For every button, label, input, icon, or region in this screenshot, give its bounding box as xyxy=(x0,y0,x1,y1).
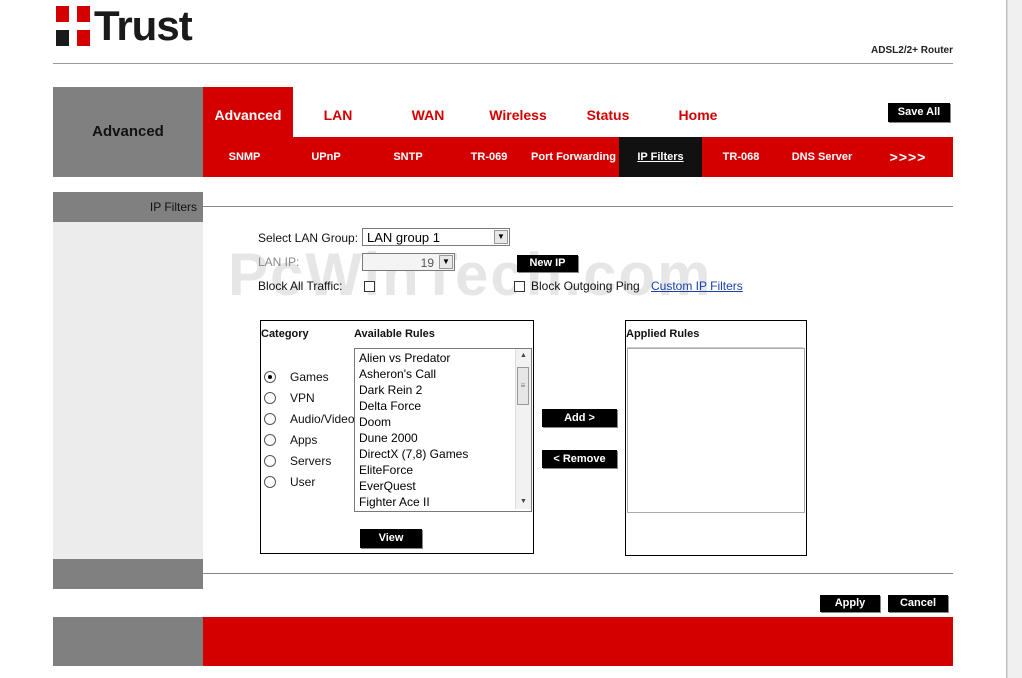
rule-item[interactable]: Dune 2000 xyxy=(359,431,418,445)
subtab-tr068[interactable]: TR-068 xyxy=(702,137,780,177)
block-outgoing-checkbox[interactable] xyxy=(514,281,525,292)
radio-icon[interactable] xyxy=(264,392,276,404)
tab-status[interactable]: Status xyxy=(563,87,653,137)
tab-home[interactable]: Home xyxy=(653,87,743,137)
watermark: PcWinTech.com xyxy=(228,241,713,308)
category-label: VPN xyxy=(290,391,315,405)
subtab-upnp[interactable]: UPnP xyxy=(286,137,366,177)
category-label: User xyxy=(290,475,316,489)
sidebar-body xyxy=(53,222,203,559)
available-rules-list[interactable]: Alien vs Predator Asheron's Call Dark Re… xyxy=(354,348,532,512)
window-scrollbar[interactable] xyxy=(1007,0,1022,678)
rule-item[interactable]: Asheron's Call xyxy=(359,367,436,381)
header-divider xyxy=(53,63,953,64)
tab-advanced[interactable]: Advanced xyxy=(203,87,293,137)
applied-rules-header: Applied Rules xyxy=(626,328,700,340)
chevron-down-icon: ▼ xyxy=(494,230,508,244)
category-label: Audio/Video xyxy=(290,412,355,426)
section-divider xyxy=(203,206,953,207)
category-label: Games xyxy=(290,370,329,384)
rules-scrollbar[interactable]: ▲ ≡ ▼ xyxy=(515,349,531,509)
lan-ip-select[interactable]: 19 ▼ xyxy=(362,253,455,271)
tab-wan[interactable]: WAN xyxy=(383,87,473,137)
block-all-label: Block All Traffic: xyxy=(258,279,343,293)
rule-item[interactable]: Alien vs Predator xyxy=(359,351,450,365)
category-header: Category xyxy=(261,328,309,340)
radio-icon[interactable] xyxy=(264,476,276,488)
remove-rule-button[interactable]: < Remove xyxy=(542,450,617,468)
view-button[interactable]: View xyxy=(360,529,422,548)
available-rules-header: Available Rules xyxy=(354,328,435,340)
scroll-up-icon[interactable]: ▲ xyxy=(516,349,531,363)
apply-button[interactable]: Apply xyxy=(820,595,880,612)
lan-ip-label: LAN IP: xyxy=(258,255,300,269)
tab-lan[interactable]: LAN xyxy=(293,87,383,137)
section-footer-panel xyxy=(53,559,203,589)
brand-name: Trust xyxy=(94,2,193,49)
rule-item[interactable]: EliteForce xyxy=(359,463,413,477)
lan-group-label: Select LAN Group: xyxy=(258,231,359,245)
lan-group-value: LAN group 1 xyxy=(367,230,440,245)
scroll-down-icon[interactable]: ▼ xyxy=(516,495,531,509)
radio-icon[interactable] xyxy=(264,455,276,467)
save-all-button[interactable]: Save All xyxy=(888,103,950,122)
rule-item[interactable]: DirectX (7,8) Games xyxy=(359,447,468,461)
subtab-dns-server[interactable]: DNS Server xyxy=(780,137,864,177)
section-header-panel: IP Filters xyxy=(53,192,203,222)
category-label: Servers xyxy=(290,454,332,468)
section-title: IP Filters xyxy=(149,200,197,214)
add-rule-button[interactable]: Add > xyxy=(542,409,617,427)
block-all-checkbox[interactable] xyxy=(364,281,375,292)
footer-gray-bar xyxy=(53,617,203,666)
lan-ip-value: 19 xyxy=(420,256,434,270)
rule-item[interactable]: Dark Rein 2 xyxy=(359,383,422,397)
subtab-tr069[interactable]: TR-069 xyxy=(450,137,528,177)
rule-item[interactable]: EverQuest xyxy=(359,479,416,493)
cancel-button[interactable]: Cancel xyxy=(888,595,948,612)
scroll-thumb[interactable]: ≡ xyxy=(517,367,529,405)
subtab-ip-filters[interactable]: IP Filters xyxy=(619,137,702,177)
new-ip-button[interactable]: New IP xyxy=(517,255,578,272)
rule-item[interactable]: Doom xyxy=(359,415,391,429)
router-model: ADSL2/2+ Router xyxy=(871,45,953,56)
rule-item[interactable]: Fighter Ace II xyxy=(359,495,430,509)
trust-logo-icon xyxy=(56,6,90,46)
section-footer-divider xyxy=(203,573,953,574)
nav-section-label: Advanced xyxy=(92,123,164,140)
nav-section-panel: Advanced xyxy=(53,87,203,177)
subtab-more[interactable]: >>>> xyxy=(864,137,952,177)
block-outgoing-label: Block Outgoing Ping xyxy=(531,279,640,293)
lan-group-select[interactable]: LAN group 1 ▼ xyxy=(362,228,510,246)
radio-selected-icon[interactable] xyxy=(264,371,276,383)
rule-item[interactable]: Delta Force xyxy=(359,399,421,413)
subtab-port-forwarding[interactable]: Port Forwarding xyxy=(528,137,619,177)
subtab-sntp[interactable]: SNTP xyxy=(366,137,450,177)
custom-ip-filters-link[interactable]: Custom IP Filters xyxy=(651,279,743,293)
chevron-down-icon: ▼ xyxy=(439,255,453,269)
footer-red-bar xyxy=(203,617,953,666)
applied-rules-list[interactable] xyxy=(627,348,805,513)
subtab-snmp[interactable]: SNMP xyxy=(203,137,286,177)
radio-icon[interactable] xyxy=(264,434,276,446)
tab-wireless[interactable]: Wireless xyxy=(473,87,563,137)
category-label: Apps xyxy=(290,433,318,447)
radio-icon[interactable] xyxy=(264,413,276,425)
